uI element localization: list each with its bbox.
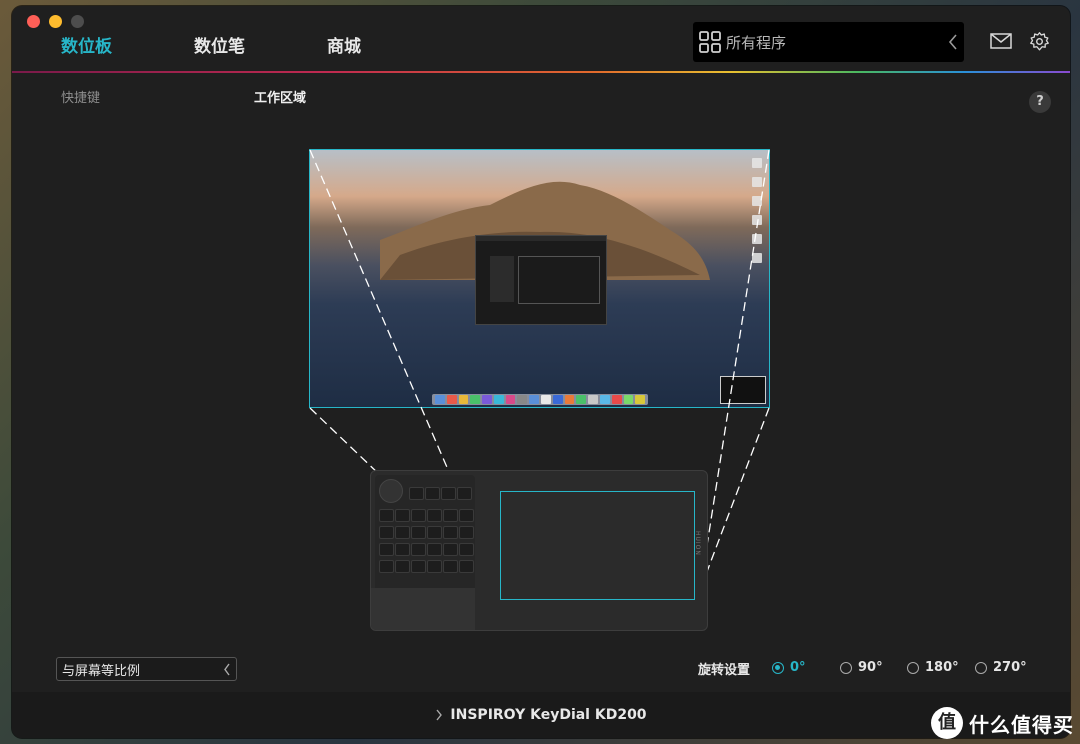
gear-icon[interactable] xyxy=(1029,31,1050,52)
tablet-illustration: HUION xyxy=(370,470,708,631)
watermark: 值 什么值得买 xyxy=(931,707,1074,739)
help-button[interactable]: ? xyxy=(1029,91,1051,113)
aspect-ratio-select[interactable]: 与屏幕等比例 xyxy=(56,657,237,681)
tab-store[interactable]: 商城 xyxy=(327,32,361,57)
subtab-shortcuts[interactable]: 快捷键 xyxy=(61,87,100,106)
radio-icon xyxy=(907,661,919,674)
subtab-work-area[interactable]: 工作区域 xyxy=(254,87,306,106)
chevron-right-icon xyxy=(436,709,443,721)
top-navigation: 数位板 数位笔 商城 所有程序 xyxy=(12,6,1070,72)
watermark-text: 什么值得买 xyxy=(969,712,1074,737)
app-window: 数位板 数位笔 商城 所有程序 快捷键 工作区域 ? HUION 与屏幕等比例 … xyxy=(12,6,1070,738)
radio-icon xyxy=(975,661,987,674)
tablet-brand-logo: HUION xyxy=(694,531,701,556)
device-name[interactable]: INSPIROY KeyDial KD200 xyxy=(450,707,646,723)
radio-checked-icon xyxy=(772,661,784,674)
radio-icon xyxy=(840,661,852,674)
rotation-option-180[interactable]: 180° xyxy=(907,660,959,675)
device-footer: INSPIROY KeyDial KD200 xyxy=(12,692,1070,738)
grid-icon xyxy=(699,31,721,53)
desktop-icons xyxy=(752,158,764,263)
rotation-option-90[interactable]: 90° xyxy=(840,660,883,675)
chevron-left-icon xyxy=(948,34,957,50)
tab-pen[interactable]: 数位笔 xyxy=(194,32,245,57)
mail-icon[interactable] xyxy=(990,33,1012,49)
tablet-dial xyxy=(379,479,403,503)
screen-thumbnail xyxy=(720,376,766,404)
watermark-logo: 值 xyxy=(931,707,963,739)
tablet-palm-rest xyxy=(371,588,475,630)
rotation-option-0[interactable]: 0° xyxy=(772,660,806,675)
rotation-label: 旋转设置 xyxy=(698,663,751,678)
screen-preview[interactable] xyxy=(309,149,770,408)
rotation-option-270[interactable]: 270° xyxy=(975,660,1027,675)
tablet-active-area[interactable] xyxy=(500,491,695,600)
tab-tablet[interactable]: 数位板 xyxy=(61,32,112,57)
mini-app-window xyxy=(475,235,607,325)
app-selector[interactable]: 所有程序 xyxy=(693,22,964,62)
dock xyxy=(432,394,648,405)
chevron-left-icon xyxy=(224,663,230,676)
aspect-ratio-label: 与屏幕等比例 xyxy=(62,663,141,679)
app-selector-label: 所有程序 xyxy=(726,33,787,52)
header-divider xyxy=(12,71,1070,73)
